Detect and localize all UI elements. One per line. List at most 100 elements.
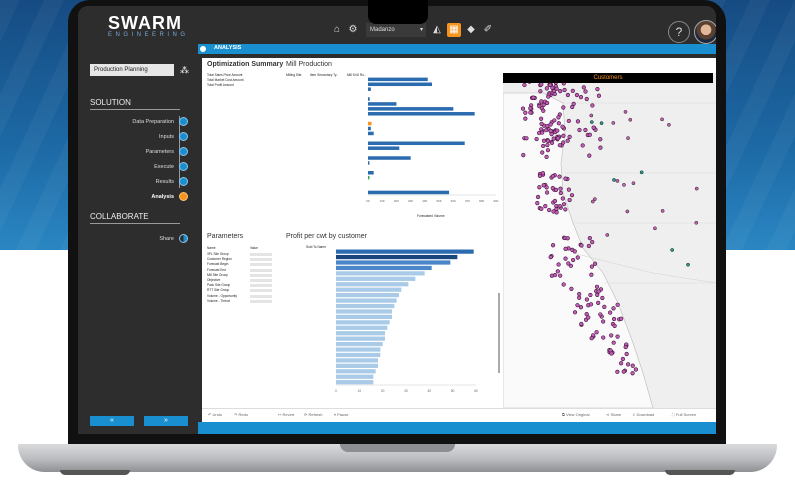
nav-item-share[interactable]: Share bbox=[88, 234, 190, 244]
customer-marker bbox=[594, 284, 600, 289]
customers-map[interactable] bbox=[503, 73, 716, 408]
customer-marker bbox=[551, 88, 557, 94]
view-original-button[interactable]: ⧉ View Original bbox=[562, 412, 589, 417]
nav-item-label: Inputs bbox=[159, 134, 174, 140]
customer-marker bbox=[577, 295, 582, 300]
download-label: Download bbox=[636, 412, 655, 417]
nav-item-label: Results bbox=[155, 179, 174, 185]
profit-tick-label: 30 bbox=[404, 389, 408, 393]
profit-tick-label: 0 bbox=[335, 389, 337, 393]
refresh-button[interactable]: ⟳ Refresh bbox=[304, 412, 322, 417]
nav-item-execute[interactable]: Execute bbox=[88, 162, 190, 172]
customer-marker bbox=[572, 249, 577, 254]
project-select[interactable]: Production Planning bbox=[90, 64, 174, 76]
step-dot-active bbox=[179, 192, 188, 201]
download-button[interactable]: ⇩ Download bbox=[632, 412, 654, 417]
profit-chart: 0 10 20 30 40 50 60 bbox=[335, 249, 478, 393]
customer-marker bbox=[590, 240, 595, 245]
customer-marker bbox=[539, 206, 544, 211]
customer-marker bbox=[540, 150, 545, 155]
chevron-down-icon: ▾ bbox=[419, 27, 423, 33]
customer-marker bbox=[534, 136, 539, 142]
summary-row: Total Sales Price Amount bbox=[207, 73, 243, 77]
help-button[interactable]: ? bbox=[668, 21, 690, 43]
customer-marker bbox=[563, 207, 568, 212]
customer-marker bbox=[589, 264, 595, 269]
settings-icon[interactable]: ⚙ bbox=[346, 23, 360, 37]
next-button[interactable]: » bbox=[144, 416, 188, 426]
customer-marker bbox=[686, 262, 690, 267]
home-icon[interactable]: ⌂ bbox=[330, 23, 344, 37]
undo-button[interactable]: ↶ Undo bbox=[208, 412, 222, 417]
profit-bar bbox=[336, 303, 395, 309]
param-row-value bbox=[250, 294, 272, 298]
customer-marker bbox=[615, 302, 620, 307]
profit-bar bbox=[336, 260, 451, 265]
nav-item-parameters[interactable]: Parameters bbox=[88, 147, 190, 157]
param-row-name: Customer Region bbox=[207, 257, 232, 262]
customer-marker bbox=[572, 310, 578, 315]
chart-icon[interactable]: ◭ bbox=[430, 23, 444, 37]
customer-marker bbox=[579, 321, 584, 327]
nav-item-inputs[interactable]: Inputs bbox=[88, 132, 190, 142]
customer-marker bbox=[609, 351, 614, 356]
customer-marker bbox=[587, 153, 592, 158]
customer-marker bbox=[625, 209, 630, 214]
prev-button[interactable]: « bbox=[90, 416, 134, 426]
customer-marker bbox=[625, 362, 631, 367]
customer-marker bbox=[568, 263, 573, 268]
customer-marker bbox=[555, 136, 561, 141]
customer-marker bbox=[555, 128, 560, 133]
redo-button[interactable]: ↷ Redo bbox=[234, 412, 248, 417]
pause-button[interactable]: ⏸ Pause bbox=[334, 412, 348, 417]
share-button[interactable]: ⋖ Share bbox=[606, 412, 621, 417]
customer-marker bbox=[541, 102, 546, 107]
swarm-logo[interactable]: SWARM bbox=[108, 13, 182, 34]
customer-marker bbox=[694, 186, 699, 191]
mill-tick-label: 60K bbox=[451, 199, 456, 203]
customer-marker bbox=[548, 82, 553, 87]
customer-marker bbox=[535, 194, 541, 200]
back-icon[interactable] bbox=[200, 46, 206, 52]
profit-bar bbox=[336, 325, 388, 330]
breadcrumb: ANALYSIS bbox=[198, 44, 716, 54]
mill-bar bbox=[368, 146, 400, 150]
customer-marker bbox=[586, 315, 591, 320]
param-row-value bbox=[250, 279, 272, 282]
org-chart-icon[interactable]: ⁂ bbox=[180, 64, 190, 76]
step-dot bbox=[179, 177, 188, 186]
customer-marker bbox=[537, 185, 542, 190]
user-avatar[interactable] bbox=[694, 20, 716, 44]
mill-bar bbox=[368, 131, 374, 136]
laptop-groove bbox=[340, 444, 455, 452]
revert-button[interactable]: ↤ Revert bbox=[278, 412, 294, 417]
customer-marker bbox=[670, 248, 675, 252]
mill-tick-label: 70K bbox=[465, 199, 470, 203]
nav-item-data-preparation[interactable]: Data Preparation bbox=[88, 117, 190, 127]
scrollbar[interactable] bbox=[498, 293, 500, 373]
mill-bar bbox=[368, 82, 432, 87]
customer-marker bbox=[558, 186, 563, 191]
customer-marker bbox=[523, 116, 528, 121]
step-dot bbox=[179, 132, 188, 141]
full-screen-button[interactable]: ⛶ Full Screen bbox=[672, 412, 696, 417]
tableau-toolbar: ↶ Undo ↷ Redo ↤ Revert ⟳ Refresh ⏸ Pause… bbox=[202, 408, 716, 422]
customer-marker bbox=[522, 82, 527, 88]
customer-marker bbox=[545, 148, 551, 153]
mill-bar bbox=[368, 175, 370, 180]
param-row-name: Volume - Threat bbox=[207, 298, 230, 303]
customer-marker bbox=[541, 138, 547, 143]
param-row-name: Mill Site Group bbox=[207, 272, 228, 277]
upload-icon[interactable]: ◆ bbox=[464, 23, 478, 37]
model-select-value: Madanzo bbox=[370, 27, 395, 33]
nav-item-results[interactable]: Results bbox=[88, 177, 190, 187]
pin-icon[interactable]: ✐ bbox=[481, 23, 495, 37]
customer-marker bbox=[660, 117, 664, 122]
customer-marker bbox=[639, 170, 644, 175]
nav-item-analysis[interactable]: Analysis bbox=[88, 192, 190, 202]
grid-icon[interactable]: ▦ bbox=[447, 23, 461, 37]
nav-item-label: Share bbox=[159, 236, 174, 242]
customer-marker bbox=[556, 115, 561, 120]
customer-marker bbox=[547, 207, 552, 213]
model-select[interactable]: Madanzo ▾ bbox=[366, 23, 426, 37]
